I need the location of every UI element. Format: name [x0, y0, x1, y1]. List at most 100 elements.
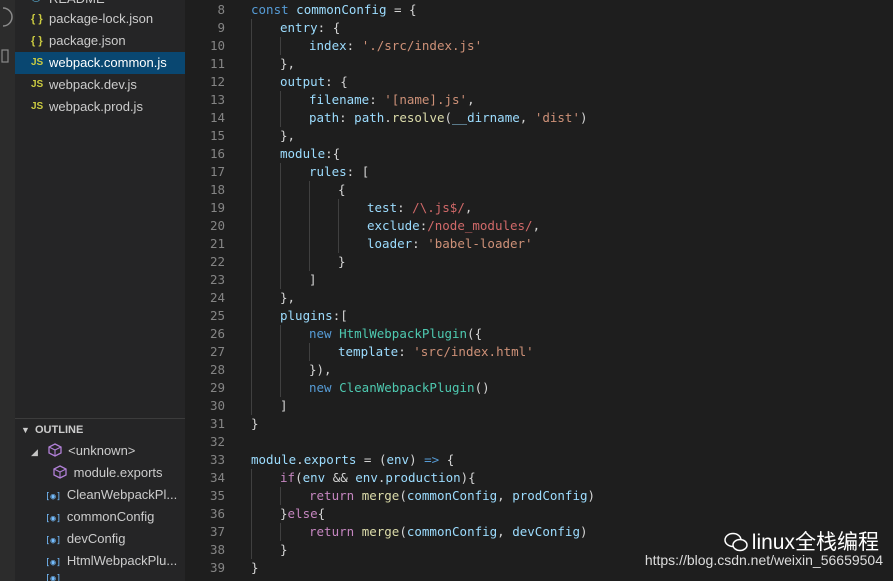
outline-item-unknown[interactable]: ◢ <unknown>	[31, 440, 135, 462]
outline-label: devConfig	[66, 531, 126, 546]
variable-icon: [◉]	[45, 514, 62, 524]
code-token: env	[302, 470, 326, 485]
line-number: 12	[209, 74, 225, 89]
source-control-icon[interactable]	[0, 6, 15, 28]
code-token: :	[412, 236, 428, 251]
outline-item-module-exports[interactable]: module.exports	[53, 462, 163, 484]
line-number: 9	[217, 20, 225, 35]
code-token: ,	[497, 488, 513, 503]
outline-title: OUTLINE	[35, 424, 84, 436]
code-line: 10 index: './src/index.js'	[185, 37, 893, 55]
outline-section-header[interactable]: ▼ OUTLINE	[15, 418, 185, 441]
file-item-package-json[interactable]: { } package.json	[15, 30, 185, 52]
line-number: 26	[209, 326, 225, 341]
file-label: package.json	[49, 33, 126, 48]
code-token: )	[579, 524, 588, 539]
chevron-down-icon: ◢	[31, 447, 38, 457]
js-file-icon: JS	[31, 79, 44, 90]
code-line: 28}),	[185, 361, 893, 379]
variable-icon: [◉]	[45, 492, 62, 502]
code-line: 33 module.exports = (env) => {	[185, 451, 893, 469]
line-number: 35	[209, 488, 225, 503]
code-line: 24},	[185, 289, 893, 307]
code-token: ({	[467, 326, 483, 341]
code-token: {	[338, 182, 346, 197]
code-token: }	[280, 542, 288, 557]
code-line: 8 const commonConfig = {	[185, 1, 893, 19]
code-token: ()	[474, 380, 490, 395]
code-token: .	[296, 452, 304, 467]
code-line: 19 test: /\.js$/,	[185, 199, 893, 217]
activity-bar	[0, 0, 15, 581]
code-token: = {	[386, 2, 417, 17]
code-token: ,	[467, 92, 475, 107]
code-line: 25 plugins:[	[185, 307, 893, 325]
line-number: 20	[209, 218, 225, 233]
line-number: 10	[209, 38, 225, 53]
line-number: 21	[209, 236, 225, 251]
file-item-package-lock-json[interactable]: { } package-lock.json	[15, 8, 185, 30]
code-token: }	[280, 506, 288, 521]
line-number: 16	[209, 146, 225, 161]
outline-item-htmlwebpackplugin[interactable]: [◉] HtmlWebpackPlu...	[45, 550, 177, 572]
code-token: new	[309, 380, 332, 395]
code-line: 22}	[185, 253, 893, 271]
code-token: )	[579, 110, 588, 125]
line-number: 17	[209, 164, 225, 179]
code-token: (	[399, 524, 407, 539]
code-token: ,	[497, 524, 513, 539]
code-token: {	[439, 452, 455, 467]
code-token: commonConfig	[296, 2, 387, 17]
code-line: 29 new CleanWebpackPlugin()	[185, 379, 893, 397]
code-token: : {	[325, 74, 348, 89]
js-file-icon: JS	[31, 57, 44, 68]
variable-icon: [◉]	[45, 558, 62, 568]
code-token: HtmlWebpackPlugin	[339, 326, 468, 341]
code-token: },	[280, 128, 296, 143]
code-token: ,	[519, 110, 535, 125]
code-editor[interactable]: 8 const commonConfig = { 9 entry: { 10 inde…	[185, 0, 893, 581]
code-token: if	[280, 470, 296, 485]
code-token: index	[309, 38, 347, 53]
file-item-webpack-common-js[interactable]: JS webpack.common.js	[15, 52, 185, 74]
code-token: __dirname	[452, 110, 520, 125]
file-item-webpack-prod-js[interactable]: JS webpack.prod.js	[15, 96, 185, 118]
file-label: webpack.common.js	[49, 55, 167, 70]
code-token: :	[397, 200, 413, 215]
line-number: 15	[209, 128, 225, 143]
line-number: 14	[209, 110, 225, 125]
code-token: ,	[464, 200, 473, 215]
outline-item-cleanwebpackplugin[interactable]: [◉] CleanWebpackPl...	[45, 484, 177, 506]
file-item-webpack-dev-js[interactable]: JS webpack.dev.js	[15, 74, 185, 96]
code-line: 15},	[185, 127, 893, 145]
outline-item-commonconfig[interactable]: [◉] commonConfig	[45, 506, 154, 528]
code-token: devConfig	[512, 524, 580, 539]
wechat-icon	[724, 532, 748, 552]
line-number: 24	[209, 290, 225, 305]
code-token: }	[251, 560, 259, 575]
line-number: 34	[209, 470, 225, 485]
code-token: path	[354, 110, 385, 125]
file-label: webpack.dev.js	[49, 77, 137, 92]
line-number: 23	[209, 272, 225, 287]
code-token: .	[384, 110, 392, 125]
js-file-icon: JS	[31, 101, 44, 112]
code-token: /\.js$/	[412, 200, 465, 215]
code-token: exports	[303, 452, 357, 467]
code-token: )	[409, 452, 425, 467]
code-line: 18 {	[185, 181, 893, 199]
extensions-icon[interactable]	[0, 48, 15, 64]
code-token: resolve	[391, 110, 445, 125]
outline-item-devconfig[interactable]: [◉] devConfig	[45, 528, 125, 550]
code-token: :	[346, 38, 362, 53]
code-token: (	[399, 488, 407, 503]
file-label: package-lock.json	[49, 11, 154, 26]
code-token: return	[309, 488, 355, 503]
code-token: }	[251, 416, 259, 431]
code-token: :	[398, 344, 414, 359]
line-number: 25	[209, 308, 225, 323]
outline-label: module.exports	[73, 465, 163, 480]
code-token: ]	[280, 398, 288, 413]
